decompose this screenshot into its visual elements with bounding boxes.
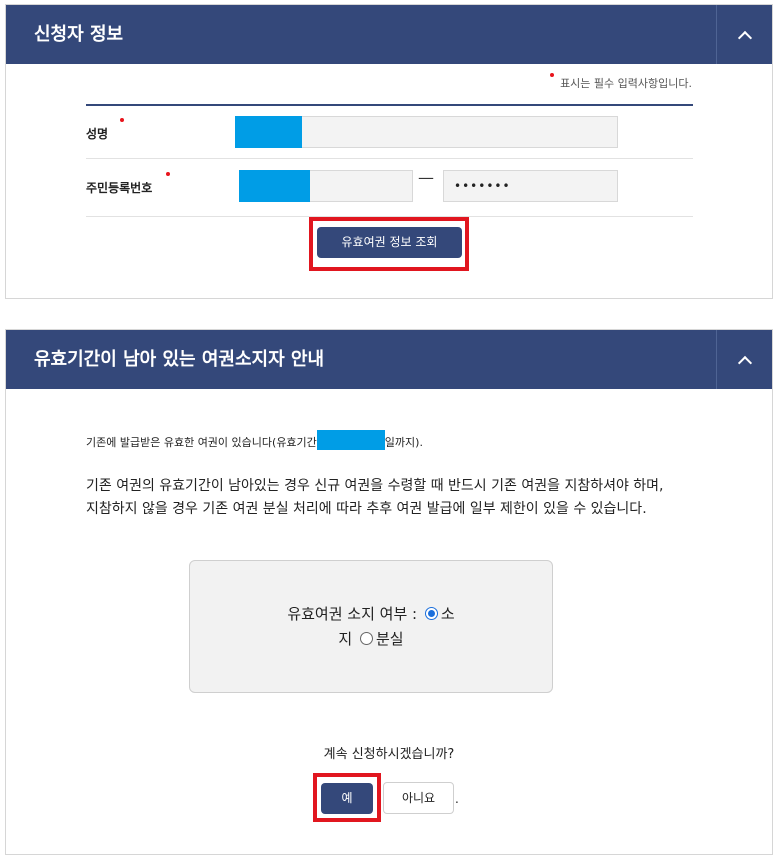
warning-line-2: 지참하지 않을 경우 기존 여권 분실 처리에 따라 추후 여권 발급에 일부 … [86, 501, 647, 517]
rrn-label: 주민등록번호 [86, 172, 170, 196]
possession-query-box: 유효여권 소지 여부 : 소 지 분실 [189, 560, 553, 693]
valid-passport-header: 유효기간이 남아 있는 여권소지자 안내 [6, 330, 772, 389]
required-note: 표시는 필수 입력사항입니다. [550, 73, 692, 91]
rrn-back-input[interactable]: ••••••• [443, 170, 618, 202]
possession-line-1: 유효여권 소지 여부 : 소 [190, 603, 552, 624]
required-dot-icon [550, 73, 555, 77]
warning-text: 기존 여권의 유효기간이 남아있는 경우 신규 여권을 수령할 때 반드시 기존… [86, 475, 696, 521]
option-possess-part1[interactable]: 소 [441, 605, 455, 623]
redacted-expiry-date [316, 430, 385, 450]
radio-checked-icon[interactable] [424, 606, 438, 620]
applicant-info-panel: 신청자 정보 표시는 필수 입력사항입니다. 성명 주민등록번호 — •••••… [5, 4, 773, 299]
required-dot-icon [120, 118, 124, 122]
collapse-toggle-button[interactable] [716, 330, 772, 389]
radio-unchecked-icon[interactable] [359, 631, 373, 645]
name-input[interactable] [235, 116, 618, 148]
rrn-front-input[interactable] [239, 170, 413, 202]
continue-question: 계속 신청하시겠습니까? [323, 747, 455, 762]
applicant-info-title: 신청자 정보 [34, 24, 124, 45]
name-label-text: 성명 [86, 127, 109, 141]
valid-passport-panel: 유효기간이 남아 있는 여권소지자 안내 기존에 발급받은 유효한 여권이 있습… [5, 329, 773, 855]
redacted-rrn-front [239, 170, 310, 202]
required-dot-icon [166, 172, 170, 176]
form-top-divider [86, 104, 693, 106]
valid-passport-title: 유효기간이 남아 있는 여권소지자 안내 [34, 349, 325, 370]
option-lost-label[interactable]: 분실 [376, 630, 404, 648]
existing-passport-notice: 기존에 발급받은 유효한 여권이 있습니다(유효기간 일까지). [86, 430, 423, 450]
chevron-up-icon [737, 30, 752, 45]
required-note-text: 표시는 필수 입력사항입니다. [560, 77, 692, 90]
collapse-toggle-button[interactable] [716, 5, 772, 64]
notice-suffix: 일까지). [384, 436, 423, 449]
rrn-separator: — [418, 168, 434, 187]
possession-line-2: 지 분실 [190, 628, 552, 649]
name-label: 성명 [86, 118, 124, 142]
notice-prefix: 기존에 발급받은 유효한 여권이 있습니다(유효기간 [86, 436, 317, 449]
applicant-info-header: 신청자 정보 [6, 5, 772, 64]
possession-question: 유효여권 소지 여부 : [287, 605, 418, 623]
redacted-name [235, 116, 302, 148]
warning-line-1: 기존 여권의 유효기간이 남아있는 경우 신규 여권을 수령할 때 반드시 기존… [86, 478, 664, 494]
no-button[interactable]: 아니요 [383, 782, 454, 814]
option-possess-part2[interactable]: 지 [338, 630, 352, 648]
chevron-up-icon [737, 355, 752, 370]
lookup-valid-passport-button[interactable]: 유효여권 정보 조회 [317, 227, 462, 258]
trailing-dot: . [455, 792, 459, 806]
yes-button[interactable]: 예 [321, 783, 373, 814]
row-divider [86, 158, 693, 159]
rrn-label-text: 주민등록번호 [86, 181, 153, 195]
